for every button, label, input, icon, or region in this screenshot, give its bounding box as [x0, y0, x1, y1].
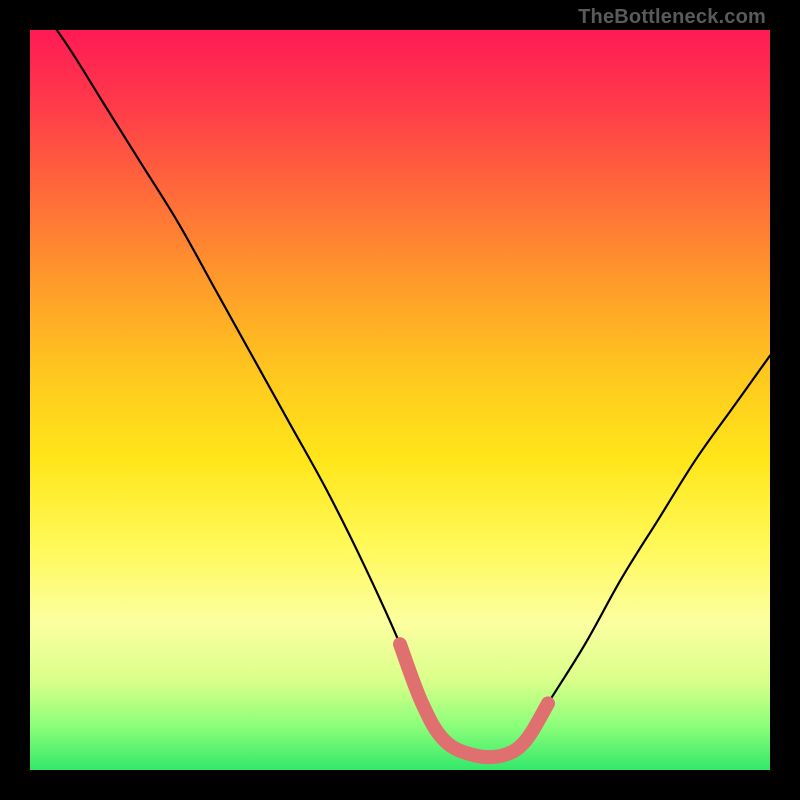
plot-area — [30, 30, 770, 770]
curve-layer — [30, 30, 770, 770]
valley-highlight — [400, 644, 548, 757]
chart-frame: TheBottleneck.com — [0, 0, 800, 800]
watermark-text: TheBottleneck.com — [578, 6, 766, 29]
